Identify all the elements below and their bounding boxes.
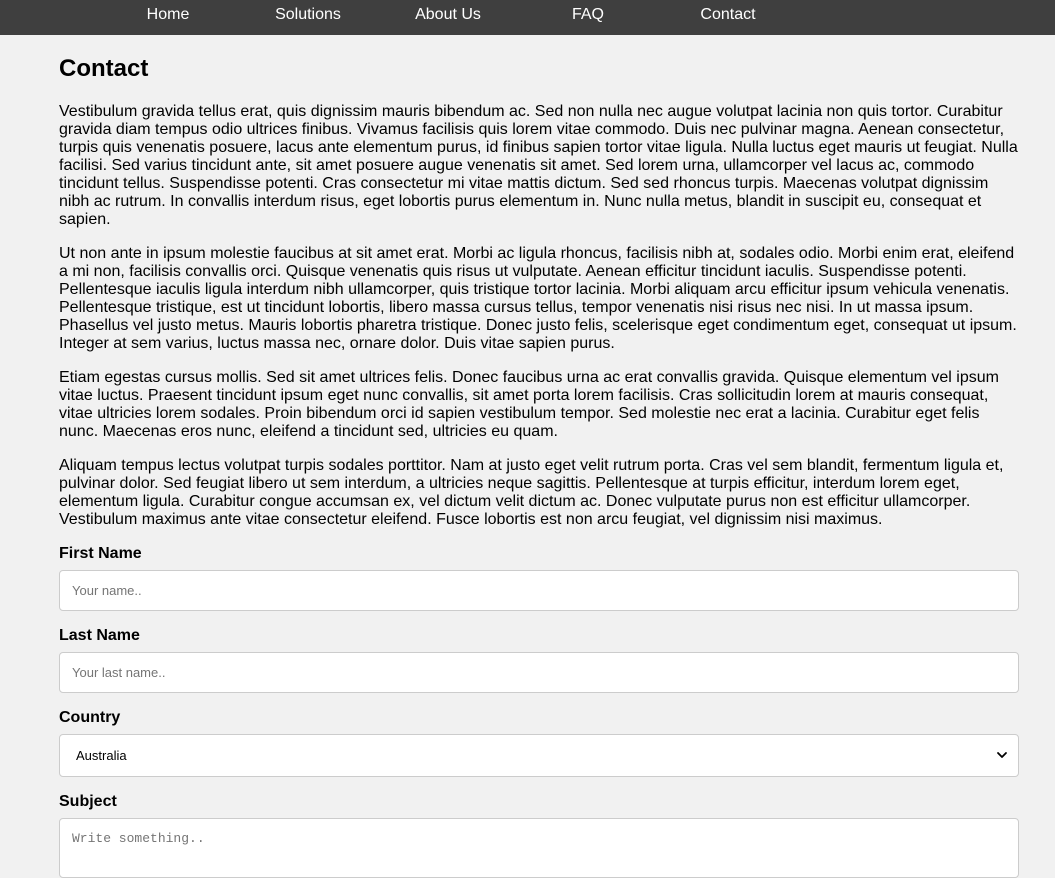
country-select-value: Australia	[76, 748, 127, 763]
body-paragraph-2: Ut non ante in ipsum molestie faucibus a…	[59, 245, 1017, 352]
nav-link-about-us[interactable]: About Us	[378, 0, 518, 35]
top-navigation-bar: Home Solutions About Us FAQ Contact	[0, 0, 1055, 35]
nav-link-faq[interactable]: FAQ	[518, 0, 658, 35]
body-paragraph-4: Aliquam tempus lectus volutpat turpis so…	[59, 457, 1004, 528]
nav-link-contact[interactable]: Contact	[658, 0, 798, 35]
subject-label: Subject	[59, 793, 117, 810]
country-select[interactable]: Australia	[59, 734, 1019, 777]
chevron-down-icon	[997, 752, 1007, 758]
body-paragraph-3: Etiam egestas cursus mollis. Sed sit ame…	[59, 369, 999, 440]
page-title: Contact	[59, 55, 149, 82]
subject-textarea[interactable]	[59, 818, 1019, 878]
first-name-label: First Name	[59, 545, 142, 562]
main-content: Contact Vestibulum gravida tellus erat, …	[59, 35, 1019, 878]
body-paragraph-1: Vestibulum gravida tellus erat, quis dig…	[59, 103, 1018, 228]
nav-link-home[interactable]: Home	[98, 0, 238, 35]
first-name-input[interactable]	[59, 570, 1019, 611]
last-name-label: Last Name	[59, 627, 140, 644]
last-name-input[interactable]	[59, 652, 1019, 693]
country-label: Country	[59, 709, 121, 726]
contact-form: First Name Last Name Country Australia S…	[59, 545, 1019, 878]
nav-link-solutions[interactable]: Solutions	[238, 0, 378, 35]
